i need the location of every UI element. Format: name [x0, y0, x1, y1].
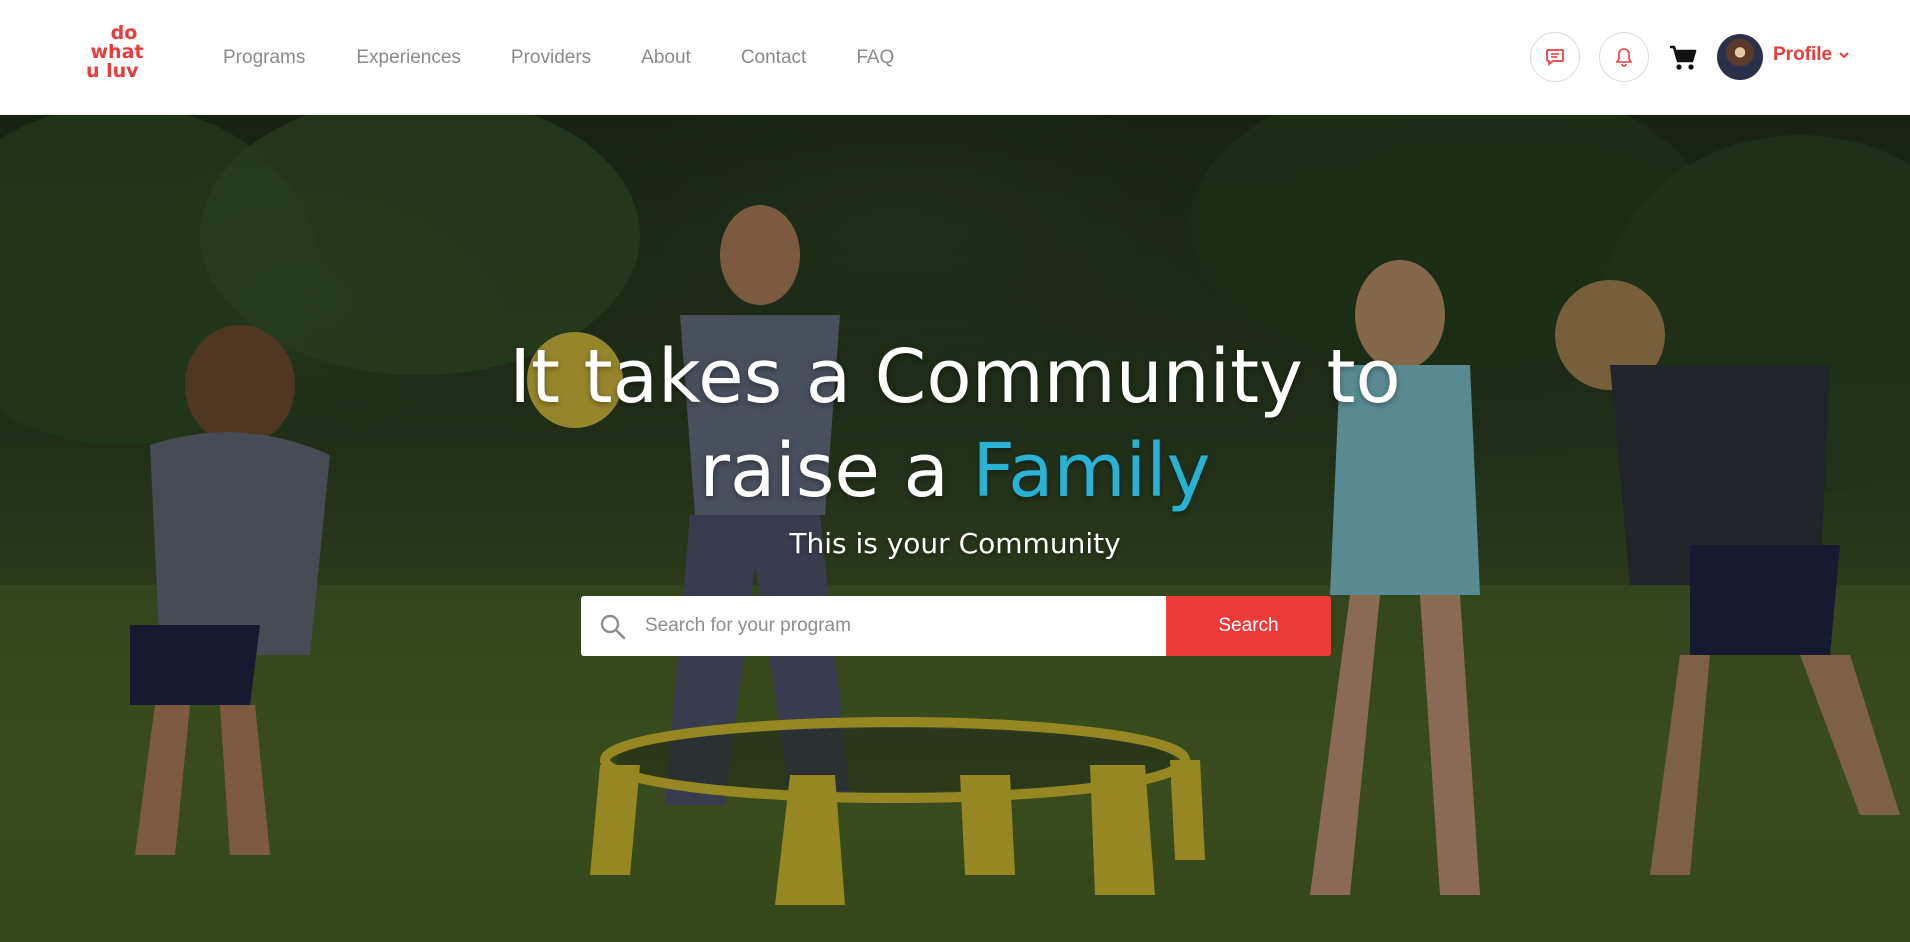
headline-accent: Family — [972, 428, 1211, 514]
avatar[interactable] — [1717, 34, 1763, 80]
headline-line-2-prefix: raise a — [699, 428, 949, 514]
nav-about[interactable]: About — [641, 47, 691, 69]
site-header: do what u luv Programs Experiences Provi… — [0, 0, 1910, 115]
nav-programs[interactable]: Programs — [223, 47, 305, 69]
profile-label: Profile — [1773, 44, 1833, 65]
main-nav: Programs Experiences Providers About Con… — [223, 0, 944, 115]
chevron-down-icon — [1839, 52, 1849, 59]
notifications-button[interactable] — [1599, 32, 1649, 82]
messages-button[interactable] — [1530, 32, 1580, 82]
hero-subheadline: This is your Community — [789, 527, 1121, 560]
nav-faq[interactable]: FAQ — [856, 47, 894, 69]
nav-contact[interactable]: Contact — [741, 47, 806, 69]
cart-icon[interactable] — [1668, 44, 1698, 72]
nav-experiences[interactable]: Experiences — [356, 47, 461, 69]
search-icon — [600, 614, 626, 640]
nav-providers[interactable]: Providers — [511, 47, 591, 69]
hero-headline: It takes a Community to raise a Family — [0, 330, 1910, 518]
bell-icon — [1615, 48, 1633, 67]
profile-menu[interactable]: Profile — [1773, 44, 1850, 66]
hero-section: It takes a Community to raise a Family T… — [0, 115, 1910, 942]
search-button[interactable]: Search — [1166, 596, 1331, 656]
logo-line-3: u luv — [86, 60, 139, 82]
headline-line-1: It takes a Community to — [509, 334, 1401, 420]
program-search-form: Search — [581, 596, 1331, 656]
search-field — [581, 596, 1166, 656]
search-input[interactable] — [645, 596, 1155, 656]
chat-icon — [1546, 49, 1564, 66]
site-logo[interactable]: do what u luv — [82, 24, 152, 92]
